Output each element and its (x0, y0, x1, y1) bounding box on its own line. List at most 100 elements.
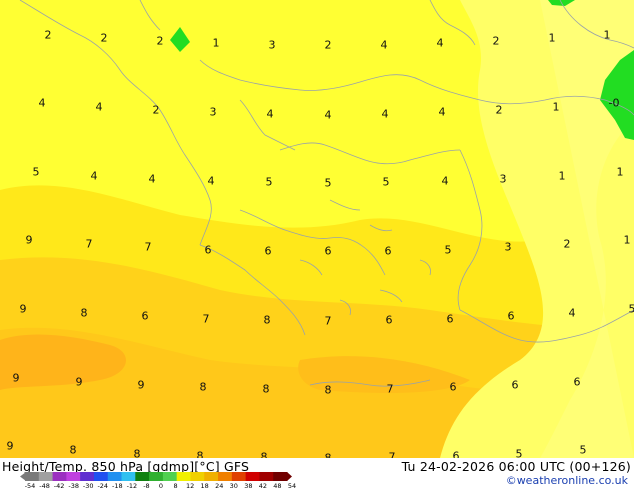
temperature-label: 6 (449, 380, 457, 394)
temperature-label: 2 (44, 28, 52, 42)
scale-segment (107, 472, 123, 481)
temperature-label: 8 (263, 313, 271, 327)
temperature-label: 6 (384, 244, 392, 258)
temperature-label: 2 (152, 103, 160, 117)
temperature-label: 7 (202, 312, 210, 326)
scale-tick-label: 18 (200, 482, 209, 490)
scale-tick-label: -24 (97, 482, 109, 490)
temperature-label: 1 (558, 169, 566, 183)
temperature-label: 3 (268, 38, 276, 52)
temperature-label: 6 (452, 449, 460, 459)
temperature-label: 4 (148, 172, 156, 186)
temperature-label: 9 (12, 371, 20, 385)
temperature-label: 2 (324, 38, 332, 52)
scale-tick-label: 30 (229, 482, 238, 490)
temperature-label: 9 (25, 233, 33, 247)
map-footer: Height/Temp. 850 hPa [gdmp][°C] GFS Tu 2… (0, 458, 634, 490)
scale-segment (245, 472, 260, 481)
temperature-label: 5 (382, 175, 390, 189)
scale-segment (149, 472, 164, 481)
temperature-label: 6 (446, 312, 454, 326)
temperature-label: 5 (324, 176, 332, 190)
temperature-label: 2 (563, 237, 571, 251)
scale-segment (121, 472, 136, 481)
temperature-label: 7 (386, 382, 394, 396)
scale-tick-label: -18 (112, 482, 123, 490)
scale-segment (162, 472, 178, 481)
temperature-label: 6 (507, 309, 515, 323)
temperature-label: 6 (573, 375, 581, 389)
scale-segment (52, 472, 67, 481)
temperature-label: 4 (38, 96, 46, 110)
scale-tick-label: 12 (185, 482, 195, 490)
temperature-label: 9 (19, 302, 27, 316)
temperature-label: 4 (266, 107, 274, 121)
color-scale-ticks: -54 -48 -42 -38 -30 -24 -18 -12 -8 0 8 12 18 24 30 38 42… (22, 482, 296, 490)
temperature-label: 4 (380, 38, 388, 52)
temperature-label: 4 (441, 174, 449, 188)
color-scale-bar (20, 472, 292, 481)
scale-tick-label: 48 (273, 482, 282, 490)
temperature-label: 2 (495, 103, 503, 117)
scale-segment (66, 472, 81, 481)
credit-link[interactable]: ©weatheronline.co.uk (506, 474, 628, 487)
scale-segment (25, 472, 40, 481)
scale-segment (204, 472, 219, 481)
temperature-label: 1 (548, 31, 556, 45)
scale-tick-label: -8 (143, 482, 150, 490)
temperature-label: 5 (579, 443, 587, 457)
scale-tick-label: 8 (173, 482, 178, 490)
scale-segment (190, 472, 205, 481)
scale-tick-label: 42 (258, 482, 268, 490)
temperature-label: 4 (324, 108, 332, 122)
temperature-label: 8 (69, 443, 77, 457)
temperature-label: 1 (603, 28, 611, 42)
weather-map: 2 2 2 1 3 2 4 4 2 1 1 4 4 2 3 4 4 4 4 2 1 -0 5 4 4 4 5 5 5 4 3 1 1 9 7 7 6 6 6… (0, 0, 634, 458)
scale-tick-label: -42 (53, 482, 65, 490)
temperature-label: 3 (209, 105, 217, 119)
scale-tick-label: -54 (24, 482, 36, 490)
temperature-label: 4 (90, 169, 98, 183)
temperature-label: 1 (552, 100, 560, 114)
temperature-label: 5 (265, 175, 273, 189)
map-background (0, 0, 634, 458)
temperature-label: 3 (504, 240, 512, 254)
temperature-label: 9 (137, 378, 145, 392)
temperature-label: 1 (623, 233, 631, 247)
temperature-label: 6 (204, 243, 212, 257)
temperature-label: 3 (499, 172, 507, 186)
scale-segment (135, 472, 150, 481)
temperature-label: 2 (100, 31, 108, 45)
scale-segment (273, 472, 288, 481)
temperature-label: 6 (511, 378, 519, 392)
temperature-label: 5 (444, 243, 452, 257)
temperature-label: 4 (207, 174, 215, 188)
scale-tick-label: -30 (82, 482, 94, 490)
temperature-label: 7 (144, 240, 152, 254)
scale-tick-label: -12 (126, 482, 138, 490)
temperature-label: 4 (381, 107, 389, 121)
scale-segment (218, 472, 233, 481)
scale-tick-label: 24 (215, 482, 224, 490)
temperature-label: 6 (264, 244, 272, 258)
temperature-label: 4 (568, 306, 576, 320)
temperature-label: 4 (436, 36, 444, 50)
temperature-label: 5 (628, 302, 634, 316)
scale-tick-label: 38 (244, 482, 253, 490)
temperature-label: 4 (438, 105, 446, 119)
temperature-label: 8 (80, 306, 88, 320)
temperature-label: 5 (32, 165, 40, 179)
temperature-label: 4 (95, 100, 103, 114)
scale-segment (259, 472, 274, 481)
temperature-label: 9 (6, 439, 14, 453)
temperature-label: 2 (492, 34, 500, 48)
scale-segment (231, 472, 247, 481)
temperature-label: 7 (324, 314, 332, 328)
scale-segment (38, 472, 54, 481)
temperature-label: 9 (75, 375, 83, 389)
temperature-label: 1 (212, 36, 220, 50)
temperature-label: 8 (262, 382, 270, 396)
temperature-label: 2 (156, 34, 164, 48)
scale-tick-label: -38 (68, 482, 79, 490)
scale-tick-label: -48 (39, 482, 50, 490)
